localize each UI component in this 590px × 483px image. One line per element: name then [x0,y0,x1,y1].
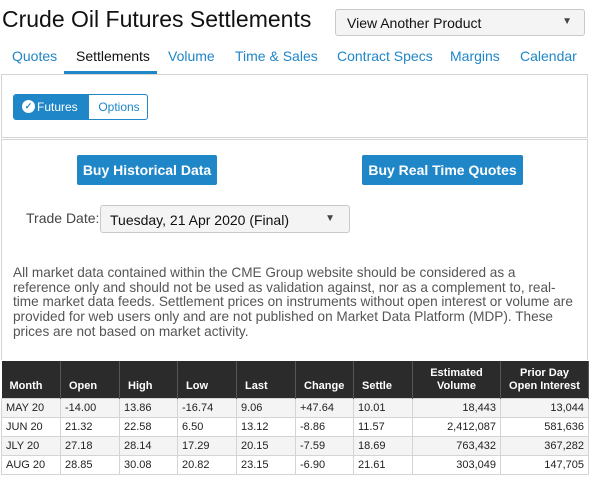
cell-prior-day-open-interest: 581,636 [500,416,589,437]
cell-high: 13.86 [119,397,178,418]
col-month: Month [1,361,61,398]
page-title: Crude Oil Futures Settlements [2,6,312,32]
table-row: JUN 20 21.32 22.58 6.50 13.12 -8.86 11.5… [1,416,589,437]
cell-high: 30.08 [119,454,178,475]
tab-margins[interactable]: Margins [450,48,500,64]
trade-date-label: Trade Date: [26,210,100,226]
trade-date-value: Tuesday, 21 Apr 2020 (Final) [110,212,289,228]
cell-high: 22.58 [119,416,178,437]
cell-low: 6.50 [177,416,237,437]
col-change: Change [295,361,354,398]
col-settle: Settle [353,361,413,398]
cell-estimated-volume: 763,432 [412,435,501,456]
cell-month: MAY 20 [1,397,61,418]
cell-estimated-volume: 303,049 [412,454,501,475]
table-row: JLY 20 27.18 28.14 17.29 20.15 -7.59 18.… [1,435,589,456]
tab-volume[interactable]: Volume [168,48,215,64]
cell-last: 9.06 [236,397,296,418]
cell-open: 21.32 [60,416,120,437]
cell-low: 17.29 [177,435,237,456]
cell-low: 20.82 [177,454,237,475]
tab-contract-specs[interactable]: Contract Specs [337,48,433,64]
check-circle-icon: ✓ [22,100,35,113]
settlements-panel: Buy Historical Data Buy Real Time Quotes… [1,139,588,360]
cell-last: 20.15 [236,435,296,456]
product-select-label: View Another Product [347,15,482,31]
settlements-table: Month Open High Low Last Change Settle E… [1,361,589,475]
cell-month: JLY 20 [1,435,61,456]
cell-settle: 11.57 [353,416,413,437]
cell-open: 28.85 [60,454,120,475]
disclaimer-text: All market data contained within the CME… [13,265,573,339]
cell-settle: 18.69 [353,435,413,456]
cell-settle: 10.01 [353,397,413,418]
toggle-futures[interactable]: ✓ Futures [14,95,89,119]
col-estimated-volume: Estimated Volume [412,361,501,398]
col-last: Last [236,361,296,398]
cell-month: AUG 20 [1,454,61,475]
tab-time-sales[interactable]: Time & Sales [235,48,318,64]
cell-month: JUN 20 [1,416,61,437]
product-type-panel: ✓ Futures Options [1,74,588,138]
cell-last: 23.15 [236,454,296,475]
table-header-row: Month Open High Low Last Change Settle E… [1,361,589,398]
cell-change: -7.59 [295,435,354,456]
table-row: AUG 20 28.85 30.08 20.82 23.15 -6.90 21.… [1,454,589,475]
buy-historical-data-button[interactable]: Buy Historical Data [77,155,217,185]
tab-bar: Quotes Settlements Volume Time & Sales C… [0,44,590,74]
cell-last: 13.12 [236,416,296,437]
col-prior-day-open-interest: Prior Day Open Interest [500,361,589,398]
cell-change: -6.90 [295,454,354,475]
cell-high: 28.14 [119,435,178,456]
cell-settle: 21.61 [353,454,413,475]
cell-prior-day-open-interest: 367,282 [500,435,589,456]
col-high: High [119,361,178,398]
buy-real-time-quotes-button[interactable]: Buy Real Time Quotes [362,155,523,185]
table-row: MAY 20 -14.00 13.86 -16.74 9.06 +47.64 1… [1,397,589,418]
chevron-down-icon: ▼ [562,16,572,27]
cell-prior-day-open-interest: 13,044 [500,397,589,418]
cell-prior-day-open-interest: 147,705 [500,454,589,475]
tab-settlements[interactable]: Settlements [76,48,150,64]
futures-options-toggle: ✓ Futures Options [13,94,148,120]
trade-date-select[interactable]: Tuesday, 21 Apr 2020 (Final) ▼ [100,205,350,233]
cell-change: -8.86 [295,416,354,437]
col-open: Open [60,361,120,398]
tab-calendar[interactable]: Calendar [520,48,577,64]
toggle-futures-label: Futures [37,100,78,114]
cell-estimated-volume: 18,443 [412,397,501,418]
toggle-options[interactable]: Options [89,95,147,119]
tab-quotes[interactable]: Quotes [12,48,57,64]
cell-open: 27.18 [60,435,120,456]
cell-estimated-volume: 2,412,087 [412,416,501,437]
chevron-down-icon: ▼ [325,213,335,224]
col-low: Low [177,361,237,398]
product-select[interactable]: View Another Product ▼ [335,9,585,36]
cell-low: -16.74 [177,397,237,418]
cell-change: +47.64 [295,397,354,418]
cell-open: -14.00 [60,397,120,418]
